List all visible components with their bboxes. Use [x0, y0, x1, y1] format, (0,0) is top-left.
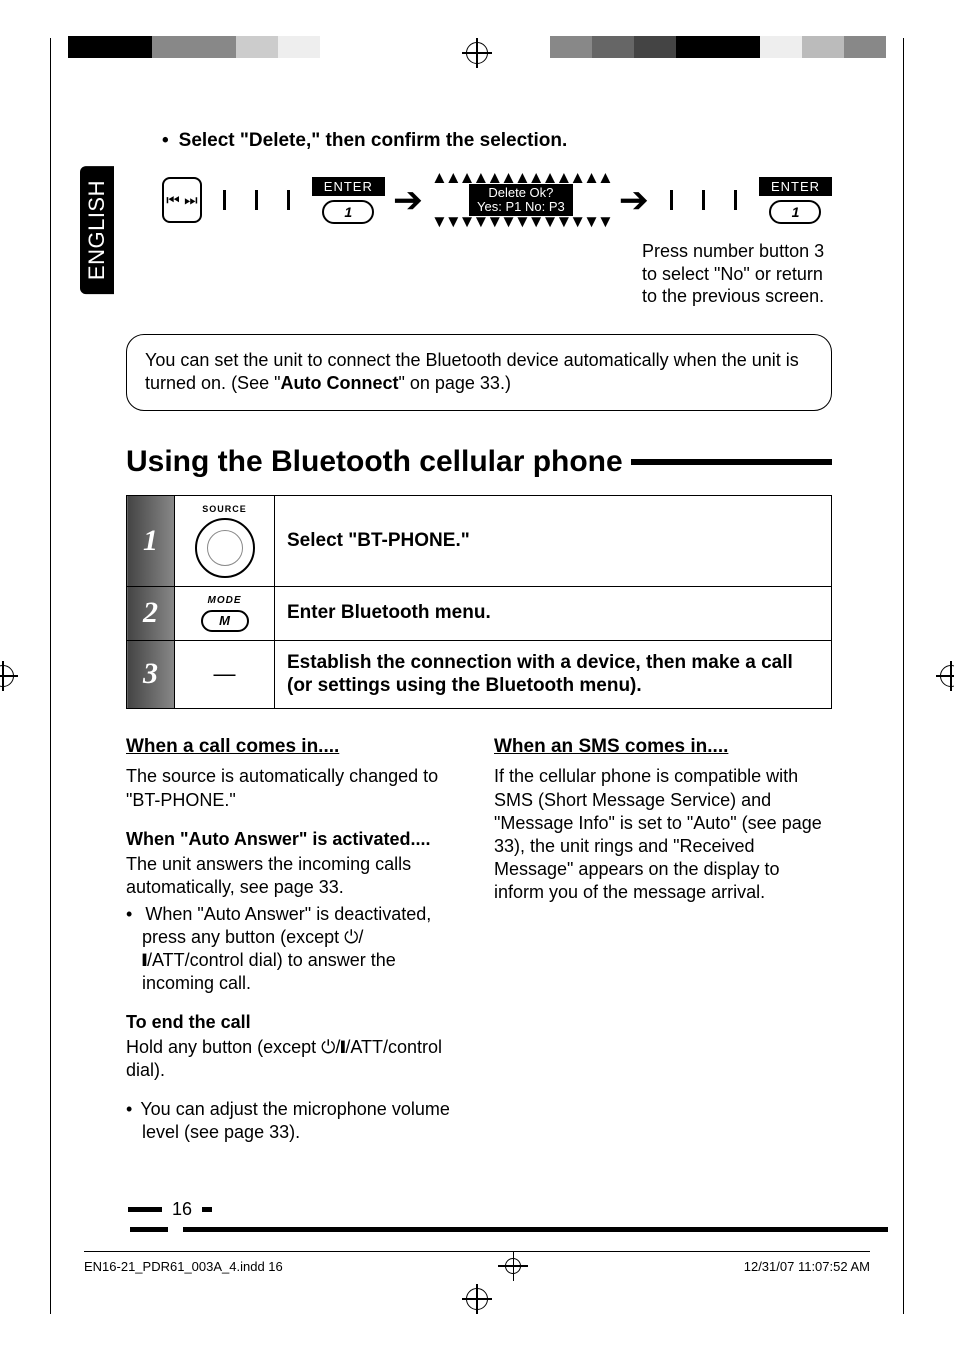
step-text: Select "BT-PHONE." [275, 495, 832, 586]
info-text-post: " on page 33.) [398, 373, 510, 393]
info-text-bold: Auto Connect [280, 373, 398, 393]
body-text: The source is automatically changed to "… [126, 765, 464, 811]
footer-filename: EN16-21_PDR61_003A_4.indd 16 [84, 1259, 283, 1274]
illustration-row: ⏮ ⏭ ENTER 1 ➔ ▲▲▲▲▲▲▲▲▲▲▲▲▲ Delete Ok? Y… [162, 172, 832, 228]
subhead-call-in: When a call comes in.... [126, 735, 464, 759]
body-text: Hold any button (except ⏻/❙/ATT/control … [126, 1036, 464, 1082]
step-icon-mode: MODE M [175, 586, 275, 640]
bottom-rule [130, 1227, 888, 1232]
list-item: When "Auto Answer" is deactivated, press… [126, 903, 464, 995]
steps-table: 1 SOURCE Select "BT-PHONE." 2 MODE M Ent… [126, 495, 832, 710]
auto-connect-info-box: You can set the unit to connect the Blue… [126, 334, 832, 411]
step-text: Enter Bluetooth menu. [275, 586, 832, 640]
left-column: When a call comes in.... The source is a… [126, 735, 464, 1144]
scroll-arc-icon [657, 190, 751, 210]
subhead-sms-in: When an SMS comes in.... [494, 735, 832, 759]
mode-button-icon: M [201, 610, 249, 632]
prev-icon: ⏮ [166, 192, 180, 209]
step-icon-none: — [175, 640, 275, 709]
p-text-pre: Hold any button (except [126, 1037, 321, 1057]
body-text: If the cellular phone is compatible with… [494, 765, 832, 903]
color-bar-right [550, 36, 886, 58]
delete-instruction: Select "Delete," then confirm the select… [162, 130, 832, 152]
step-number: 1 [127, 495, 175, 586]
arrow-icon: ➔ [393, 182, 423, 218]
crop-mark-bottom [0, 1288, 954, 1310]
list-item: You can adjust the microphone volume lev… [126, 1098, 464, 1144]
scroll-arc-icon [210, 190, 304, 210]
step-number: 2 [127, 586, 175, 640]
arrow-icon: ➔ [619, 182, 649, 218]
next-icon: ⏭ [184, 192, 198, 209]
blink-triangles-bottom: ▼▼▼▼▼▼▼▼▼▼▼▼▼ [431, 216, 611, 228]
number-button-1: 1 [322, 200, 374, 224]
right-column: When an SMS comes in.... If the cellular… [494, 735, 832, 1144]
footer-timestamp: 12/31/07 11:07:52 AM [744, 1259, 870, 1274]
mode-label: MODE [179, 595, 270, 606]
two-column-body: When a call comes in.... The source is a… [126, 735, 832, 1144]
side-note-wrap: Press number button 3 to select "No" or … [642, 240, 832, 308]
section-title: Using the Bluetooth cellular phone [126, 445, 832, 479]
page-content: Select "Delete," then confirm the select… [126, 130, 832, 1144]
step-icon-source: SOURCE [175, 495, 275, 586]
enter-button-group-1: ENTER 1 [312, 177, 385, 224]
lcd-display: ▲▲▲▲▲▲▲▲▲▲▲▲▲ Delete Ok? Yes: P1 No: P3 … [431, 172, 611, 228]
step-number: 3 [127, 640, 175, 709]
print-footer: EN16-21_PDR61_003A_4.indd 16 12/31/07 11… [84, 1251, 870, 1274]
table-row: 3 — Establish the connection with a devi… [127, 640, 832, 709]
table-row: 1 SOURCE Select "BT-PHONE." [127, 495, 832, 586]
color-bar-left [68, 36, 320, 58]
crop-mark-right [940, 665, 954, 687]
source-knob-icon [195, 518, 255, 578]
subhead-end-call: To end the call [126, 1011, 464, 1034]
power-att-icon: ⏻/❙/ATT [321, 1037, 383, 1057]
crop-mark-center-icon [505, 1258, 521, 1274]
page-number: 16 [128, 1199, 212, 1220]
enter-button-group-2: ENTER 1 [759, 177, 832, 224]
step-text: Establish the connection with a device, … [275, 640, 832, 709]
subhead-auto-answer: When "Auto Answer" is activated.... [126, 828, 464, 851]
source-label: SOURCE [179, 504, 270, 514]
dash-icon: — [214, 661, 236, 686]
blink-triangles-top: ▲▲▲▲▲▲▲▲▲▲▲▲▲ [431, 172, 611, 184]
body-text: The unit answers the incoming calls auto… [126, 853, 464, 899]
section-title-text: Using the Bluetooth cellular phone [126, 445, 623, 479]
language-tab: ENGLISH [80, 166, 114, 294]
number-button-1: 1 [769, 200, 821, 224]
li-text-pre: When "Auto Answer" is deactivated, press… [142, 904, 431, 947]
table-row: 2 MODE M Enter Bluetooth menu. [127, 586, 832, 640]
lcd-line-1: Delete Ok? [477, 186, 565, 200]
crop-mark-left [0, 665, 14, 687]
enter-label: ENTER [312, 177, 385, 196]
dial-illustration: ⏮ ⏭ [162, 177, 202, 223]
side-note: Press number button 3 to select "No" or … [642, 240, 832, 308]
enter-label: ENTER [759, 177, 832, 196]
